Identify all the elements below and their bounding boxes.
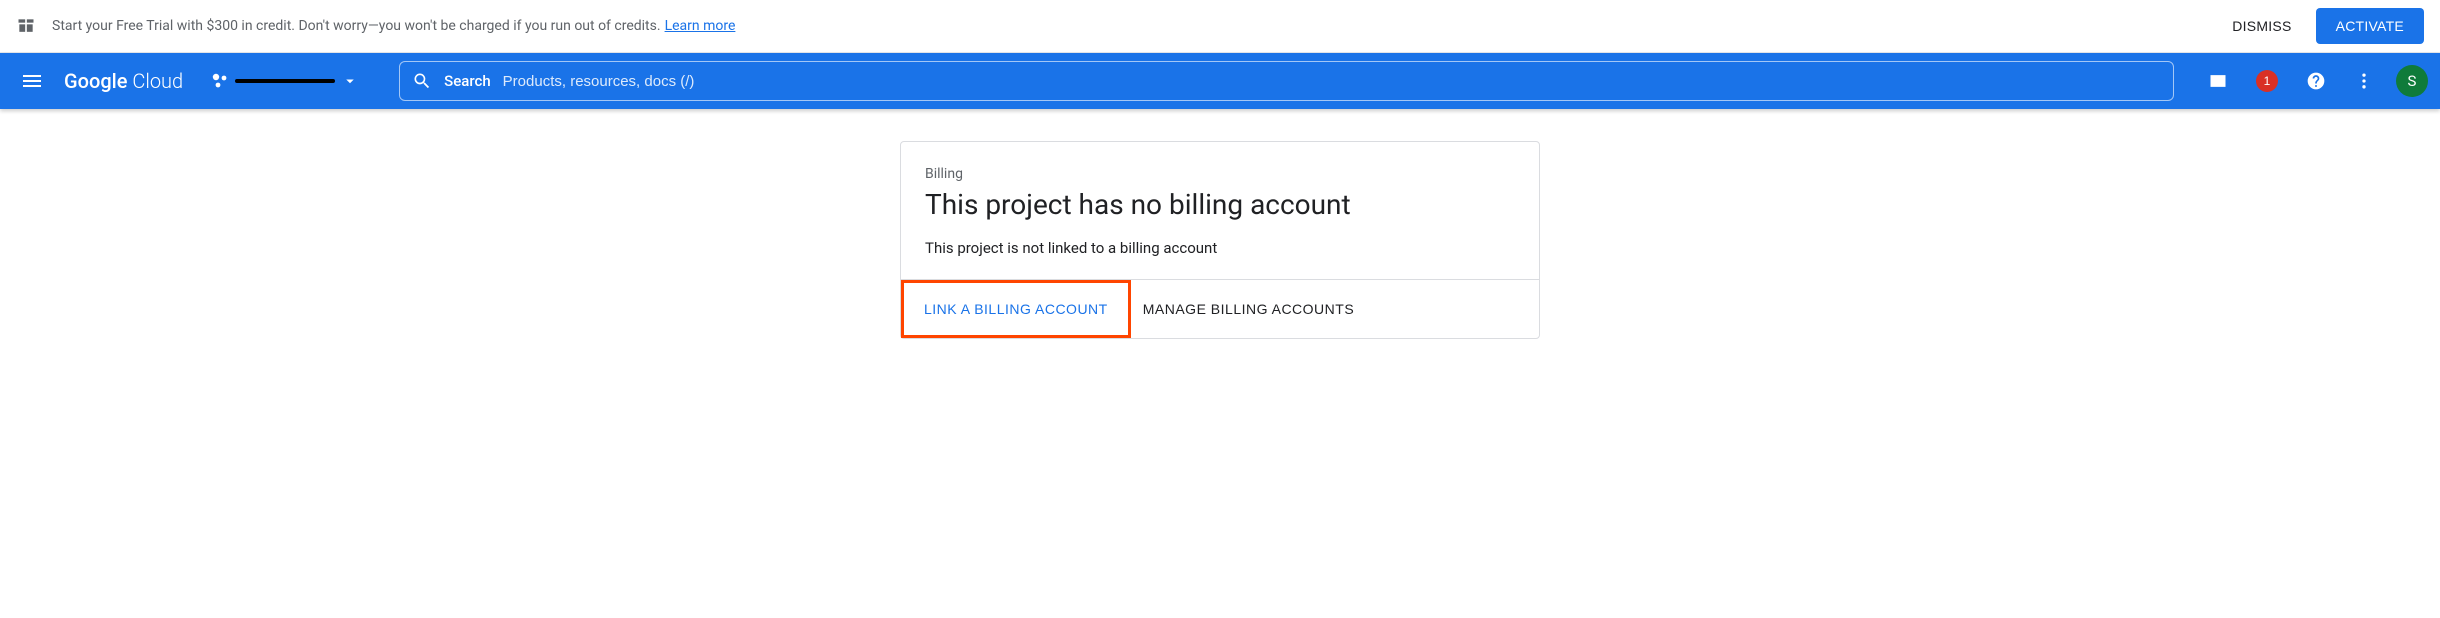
project-name-redacted	[235, 79, 335, 83]
help-button[interactable]	[2300, 65, 2332, 97]
notifications-button[interactable]: 1	[2250, 64, 2284, 98]
search-bar[interactable]: Search	[399, 61, 2174, 101]
project-picker[interactable]	[203, 66, 367, 96]
cloud-shell-button[interactable]	[2202, 65, 2234, 97]
dismiss-button[interactable]: Dismiss	[2216, 10, 2307, 42]
page-title: This project has no billing account	[925, 188, 1515, 221]
gift-icon	[16, 16, 36, 36]
learn-more-link[interactable]: Learn more	[665, 18, 736, 34]
more-options-button[interactable]	[2348, 65, 2380, 97]
highlight-annotation: Link a billing account	[901, 280, 1131, 338]
help-icon	[2306, 71, 2326, 91]
chevron-down-icon	[341, 72, 359, 90]
search-icon	[412, 71, 432, 91]
billing-card: Billing This project has no billing acco…	[900, 141, 1540, 339]
top-app-bar: Google Cloud Search 1 S	[0, 53, 2440, 109]
hamburger-menu-button[interactable]	[12, 61, 52, 101]
page-subtitle: This project is not linked to a billing …	[925, 239, 1515, 257]
main-content: Billing This project has no billing acco…	[0, 109, 2440, 371]
project-icon	[211, 72, 229, 90]
activate-button[interactable]: Activate	[2316, 8, 2424, 44]
manage-billing-accounts-button[interactable]: Manage billing accounts	[1131, 280, 1374, 338]
logo-cloud-text: Cloud	[127, 69, 183, 93]
cloud-shell-icon	[2208, 71, 2228, 91]
logo-google-text: Google	[64, 69, 127, 93]
notification-badge: 1	[2256, 70, 2278, 92]
search-label: Search	[444, 72, 491, 90]
top-bar-actions: 1 S	[2202, 64, 2428, 98]
google-cloud-logo[interactable]: Google Cloud	[64, 69, 183, 93]
trial-banner-text: Start your Free Trial with $300 in credi…	[52, 18, 661, 34]
search-input[interactable]	[503, 73, 2161, 90]
trial-banner: Start your Free Trial with $300 in credi…	[0, 0, 2440, 53]
card-actions: Link a billing account Manage billing ac…	[901, 279, 1539, 338]
more-vert-icon	[2354, 71, 2374, 91]
avatar[interactable]: S	[2396, 65, 2428, 97]
menu-icon	[20, 69, 44, 93]
breadcrumb: Billing	[925, 166, 1515, 182]
link-billing-account-button[interactable]: Link a billing account	[904, 283, 1128, 335]
